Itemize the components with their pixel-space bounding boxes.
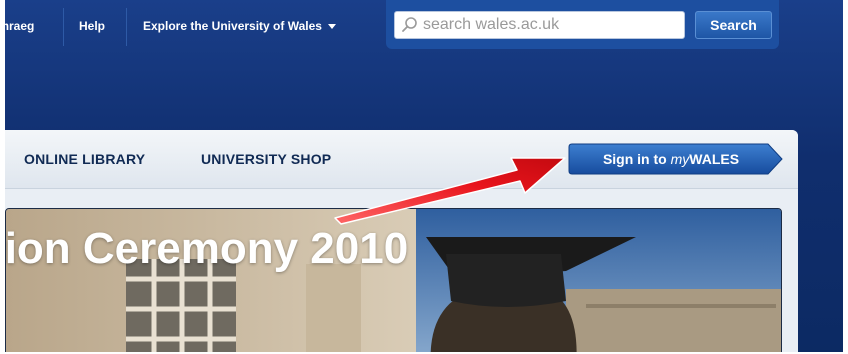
sign-in-prefix: Sign in to <box>602 151 671 167</box>
explore-label: Explore the University of Wales <box>143 19 322 33</box>
nav-divider <box>63 8 64 46</box>
top-navigation: Cymraeg Help Explore the University of W… <box>5 0 843 49</box>
nav-online-library[interactable]: ONLINE LIBRARY <box>24 130 145 188</box>
help-link[interactable]: Help <box>79 0 105 46</box>
language-link-cymraeg[interactable]: Cymraeg <box>5 0 34 46</box>
search-field[interactable] <box>394 11 685 39</box>
nav-divider <box>126 8 127 46</box>
sign-in-my: my <box>670 151 690 167</box>
search-input[interactable] <box>423 14 678 36</box>
hero-banner[interactable]: Graduation Ceremony 2010 <box>5 208 782 352</box>
explore-dropdown[interactable]: Explore the University of Wales <box>143 0 336 46</box>
page-frame: Cymraeg Help Explore the University of W… <box>5 0 843 352</box>
sign-in-button[interactable]: Sign in to myWALES <box>568 143 784 175</box>
caret-down-icon <box>327 24 336 30</box>
main-navigation: ONLINE LIBRARY UNIVERSITY SHOP Sign in t… <box>5 130 798 189</box>
magnifier-icon <box>401 16 419 39</box>
hero-title: Graduation Ceremony 2010 <box>5 224 576 274</box>
sign-in-label: Sign in to myWALES <box>568 143 774 175</box>
nav-university-shop[interactable]: UNIVERSITY SHOP <box>201 130 331 188</box>
hero-title-text: Graduation Ceremony 2010 <box>5 224 409 273</box>
search-button[interactable]: Search <box>695 11 772 39</box>
content-panel: ONLINE LIBRARY UNIVERSITY SHOP Sign in t… <box>5 130 798 352</box>
sign-in-brand: WALES <box>689 151 740 167</box>
search-panel: Search <box>386 0 779 49</box>
